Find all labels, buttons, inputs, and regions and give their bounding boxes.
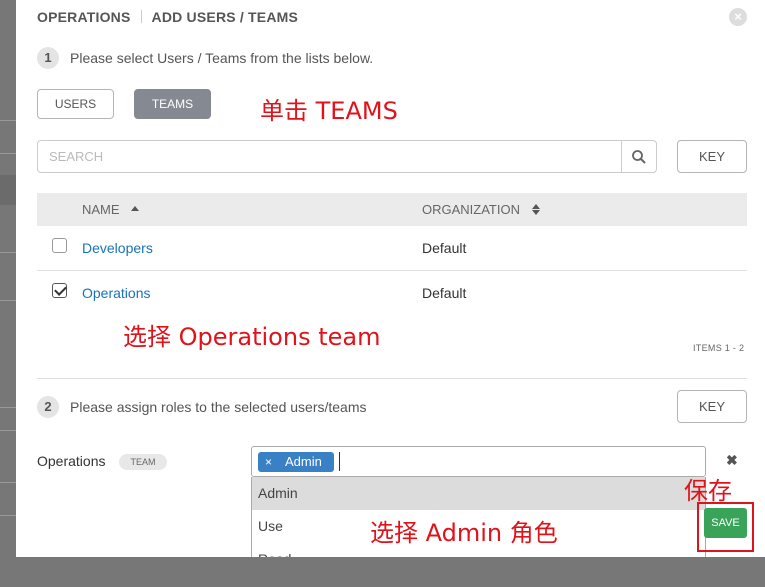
row-checkbox-checked[interactable]	[52, 283, 67, 298]
header-separator	[140, 10, 142, 23]
remove-chip-icon[interactable]: ×	[265, 452, 272, 472]
users-toggle-button[interactable]: USERS	[37, 89, 114, 119]
row-name-link[interactable]: Developers	[82, 240, 153, 256]
assignee-name: Operations	[37, 453, 106, 469]
table-header: NAME ORGANIZATION	[37, 193, 747, 226]
section-divider	[37, 378, 747, 379]
modal-title: ADD USERS / TEAMS	[151, 9, 299, 25]
role-option-admin[interactable]: Admin	[252, 477, 705, 510]
search-box	[37, 140, 657, 173]
step-1-instruction: Please select Users / Teams from the lis…	[70, 50, 374, 66]
column-name-label: NAME	[82, 202, 120, 217]
breadcrumb-parent: OPERATIONS	[37, 9, 131, 25]
key-button[interactable]: KEY	[677, 140, 747, 173]
annotation-click-teams: 单击 TEAMS	[260, 97, 398, 125]
row-organization: Default	[422, 285, 467, 301]
annotation-choose-team: 选择 Operations team	[123, 323, 381, 351]
search-icon	[632, 149, 646, 164]
row-name-link[interactable]: Operations	[82, 285, 150, 301]
step-2-instruction: Please assign roles to the selected user…	[70, 399, 367, 415]
role-select-input[interactable]: × Admin	[251, 446, 706, 477]
sort-ascending-icon	[131, 206, 140, 211]
text-cursor	[339, 452, 340, 471]
teams-toggle-button[interactable]: TEAMS	[134, 89, 211, 119]
column-header-organization[interactable]: ORGANIZATION	[422, 202, 540, 217]
sort-both-icon	[531, 204, 540, 215]
table-row[interactable]: Developers Default	[37, 226, 747, 271]
assignee-type-badge: TEAM	[119, 454, 167, 470]
selected-role-chip: × Admin	[258, 452, 334, 472]
save-highlight-box	[697, 502, 754, 552]
items-count: ITEMS 1 - 2	[693, 343, 745, 353]
column-organization-label: ORGANIZATION	[422, 202, 520, 217]
search-button[interactable]	[621, 141, 656, 172]
roles-key-button[interactable]: KEY	[677, 390, 747, 423]
page-bottom-strip	[0, 557, 765, 587]
step-1-badge: 1	[37, 47, 59, 69]
close-icon[interactable]: ×	[729, 8, 747, 26]
annotation-save: 保存	[684, 477, 732, 505]
modal-header: OPERATIONS ADD USERS / TEAMS	[37, 9, 298, 25]
step-2-badge: 2	[37, 396, 59, 418]
row-checkbox[interactable]	[52, 238, 67, 253]
chip-label: Admin	[285, 454, 322, 469]
table-row[interactable]: Operations Default	[37, 271, 747, 316]
annotation-choose-role: 选择 Admin 角色	[370, 519, 558, 547]
row-organization: Default	[422, 240, 467, 256]
column-header-name[interactable]: NAME	[82, 202, 140, 217]
search-input[interactable]	[38, 141, 622, 172]
remove-assignment-icon[interactable]: ✖	[726, 452, 738, 469]
add-users-teams-modal: OPERATIONS ADD USERS / TEAMS × 1 Please s…	[16, 0, 765, 578]
